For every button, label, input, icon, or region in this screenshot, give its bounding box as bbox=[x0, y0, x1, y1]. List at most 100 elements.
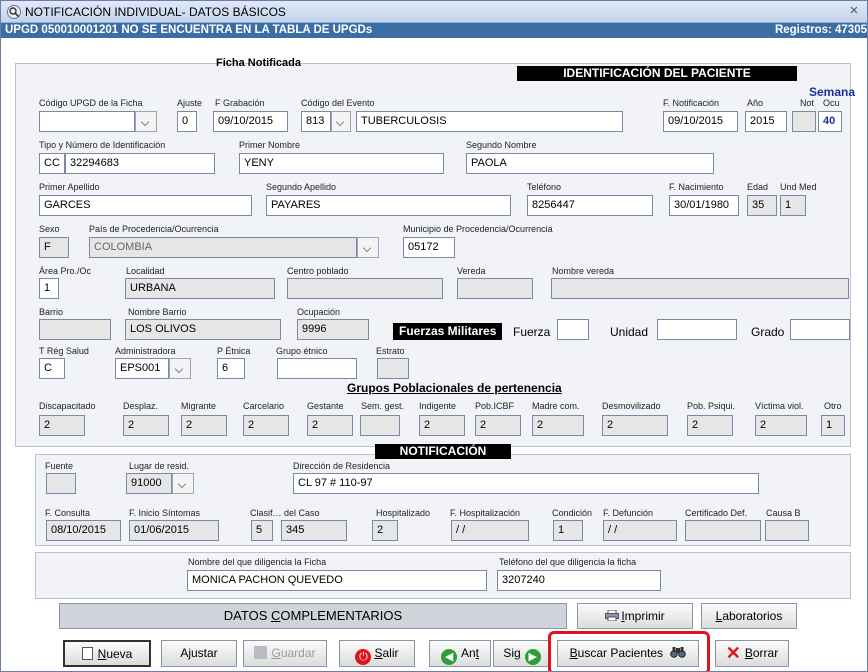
codigo-evento-field[interactable]: 813 bbox=[301, 111, 331, 132]
t-reg-salud-field[interactable]: C bbox=[39, 358, 65, 379]
salir-button[interactable]: ⏻ Salir bbox=[339, 640, 415, 667]
grupo-field[interactable] bbox=[360, 415, 400, 436]
administradora-field[interactable]: EPS001 bbox=[115, 358, 169, 379]
certificado-def-field[interactable] bbox=[685, 520, 761, 541]
segundo-nombre-field[interactable]: PAOLA bbox=[466, 153, 714, 174]
f-inicio-sintomas-field[interactable]: 01/06/2015 bbox=[129, 520, 219, 541]
primer-nombre-field[interactable]: YENY bbox=[239, 153, 444, 174]
datos-complementarios-button[interactable]: DATOS COMPLEMENTARIOS bbox=[59, 603, 567, 629]
direccion-field[interactable]: CL 97 # 110-97 bbox=[293, 473, 759, 494]
codigo-upgd-field[interactable] bbox=[39, 111, 135, 132]
causa-b-label: Causa B bbox=[766, 508, 801, 518]
ajustar-button[interactable]: Ajustar bbox=[161, 640, 237, 667]
grado-field[interactable] bbox=[790, 319, 850, 340]
lugar-resid-dropdown[interactable] bbox=[172, 473, 194, 494]
grupo-label: Pob.ICBF bbox=[475, 401, 515, 411]
grupo-field[interactable]: 2 bbox=[687, 415, 733, 436]
codigo-upgd-dropdown[interactable] bbox=[135, 111, 157, 132]
unidad-field[interactable] bbox=[657, 319, 737, 340]
buscar-pacientes-button[interactable]: Buscar Pacientes bbox=[557, 640, 699, 667]
segundo-apellido-field[interactable]: PAYARES bbox=[266, 195, 511, 216]
codigo-evento-dropdown[interactable] bbox=[331, 111, 351, 132]
municipio-field[interactable]: 05172 bbox=[403, 237, 455, 258]
laboratorios-button[interactable]: Laboratorios bbox=[701, 603, 797, 629]
estrato-label: Estrato bbox=[376, 346, 405, 356]
upgd-warning: UPGD 050010001201 NO SE ENCUENTRA EN LA … bbox=[5, 24, 373, 36]
semana-ocu-field[interactable]: 40 bbox=[818, 111, 842, 132]
grupo-field[interactable]: 2 bbox=[181, 415, 227, 436]
unidad-label: Unidad bbox=[610, 325, 649, 339]
fuerza-field[interactable] bbox=[557, 319, 589, 340]
f-nacimiento-field[interactable]: 30/01/1980 bbox=[669, 195, 739, 216]
lugar-resid-field[interactable]: 91000 bbox=[126, 473, 172, 494]
vereda-field[interactable] bbox=[457, 278, 533, 299]
datos-complementarios-text: DATOS bbox=[223, 608, 271, 623]
grupo-label: Indigente bbox=[419, 401, 457, 411]
edad-field[interactable]: 35 bbox=[747, 195, 777, 216]
ocupacion-field[interactable]: 9996 bbox=[297, 319, 369, 340]
f-hospitalizacion-field[interactable]: / / bbox=[451, 520, 529, 541]
semana-not-field[interactable] bbox=[792, 111, 816, 132]
fuente-field[interactable] bbox=[46, 473, 76, 494]
nombre-vereda-field[interactable] bbox=[551, 278, 849, 299]
grupo-field[interactable]: 2 bbox=[755, 415, 807, 436]
grupo-field[interactable]: 2 bbox=[532, 415, 584, 436]
grupo-field[interactable]: 2 bbox=[307, 415, 353, 436]
grupo-etnico-field[interactable] bbox=[277, 358, 357, 379]
centro-poblado-field[interactable] bbox=[287, 278, 443, 299]
siguiente-button[interactable]: Sig ▶ bbox=[493, 640, 551, 667]
f-notificacion-field[interactable]: 09/10/2015 bbox=[663, 111, 738, 132]
borrar-button[interactable]: ✕ Borrar bbox=[715, 640, 789, 667]
tipo-id-field[interactable]: CC bbox=[39, 153, 65, 174]
grupo-field[interactable]: 2 bbox=[602, 415, 668, 436]
anterior-button[interactable]: ◀ Ant bbox=[429, 640, 491, 667]
area-field[interactable]: 1 bbox=[39, 278, 59, 299]
evento-nombre-field[interactable]: TUBERCULOSIS bbox=[356, 111, 623, 132]
estrato-field[interactable] bbox=[377, 358, 409, 379]
grupo-field[interactable]: 2 bbox=[419, 415, 465, 436]
edad-label: Edad bbox=[747, 182, 769, 192]
buscar-text: uscar Pacientes bbox=[577, 646, 664, 660]
telefono-field[interactable]: 8256447 bbox=[527, 195, 653, 216]
telefono-diligencia-field[interactable]: 3207240 bbox=[497, 570, 661, 591]
grupo-field[interactable]: 2 bbox=[123, 415, 169, 436]
administradora-dropdown[interactable] bbox=[169, 358, 191, 379]
und-med-field[interactable]: 1 bbox=[780, 195, 806, 216]
ficha-notificada-label: Ficha Notificada bbox=[216, 57, 301, 69]
nombre-diligencia-field[interactable]: MONICA PACHON QUEVEDO bbox=[187, 570, 487, 591]
pais-dropdown[interactable] bbox=[357, 237, 379, 258]
grupo-label: Sem. gest. bbox=[361, 401, 405, 411]
nueva-button[interactable]: Nueva bbox=[63, 640, 151, 667]
f-consulta-field[interactable]: 08/10/2015 bbox=[46, 520, 121, 541]
p-etnica-field[interactable]: 6 bbox=[217, 358, 245, 379]
grupo-field[interactable]: 2 bbox=[39, 415, 85, 436]
grupo-field[interactable]: 2 bbox=[475, 415, 521, 436]
nombre-barrio-field[interactable]: LOS OLIVOS bbox=[125, 319, 281, 340]
grupo-field[interactable]: 1 bbox=[821, 415, 845, 436]
primer-nombre-label: Primer Nombre bbox=[239, 140, 301, 150]
grupo-label: Madre com. bbox=[532, 401, 580, 411]
pais-field[interactable]: COLOMBIA bbox=[89, 237, 357, 258]
close-icon[interactable]: ✕ bbox=[843, 4, 865, 19]
anio-field[interactable]: 2015 bbox=[745, 111, 787, 132]
localidad-field[interactable]: URBANA bbox=[125, 278, 275, 299]
clasif-a-field[interactable]: 5 bbox=[251, 520, 273, 541]
primer-apellido-field[interactable]: GARCES bbox=[39, 195, 252, 216]
imprimir-button[interactable]: Imprimir bbox=[577, 603, 693, 629]
hospitalizado-label: Hospitalizado bbox=[376, 508, 431, 518]
f-grabacion-label: F Grabación bbox=[215, 98, 265, 108]
hospitalizado-field[interactable]: 2 bbox=[372, 520, 398, 541]
causa-b-field[interactable] bbox=[765, 520, 809, 541]
f-defuncion-field[interactable]: / / bbox=[603, 520, 677, 541]
clasif-b-field[interactable]: 345 bbox=[281, 520, 347, 541]
imprimir-text: mprimir bbox=[624, 609, 665, 623]
f-grabacion-field[interactable]: 09/10/2015 bbox=[213, 111, 288, 132]
condicion-field[interactable]: 1 bbox=[553, 520, 583, 541]
grupo-field[interactable]: 2 bbox=[243, 415, 289, 436]
ajuste-field[interactable]: 0 bbox=[177, 111, 197, 132]
barrio-field[interactable] bbox=[39, 319, 111, 340]
sexo-field[interactable]: F bbox=[39, 237, 69, 258]
numero-id-field[interactable]: 32294683 bbox=[65, 153, 215, 174]
guardar-button[interactable]: Guardar bbox=[243, 640, 327, 667]
binoculars-icon bbox=[670, 642, 687, 658]
